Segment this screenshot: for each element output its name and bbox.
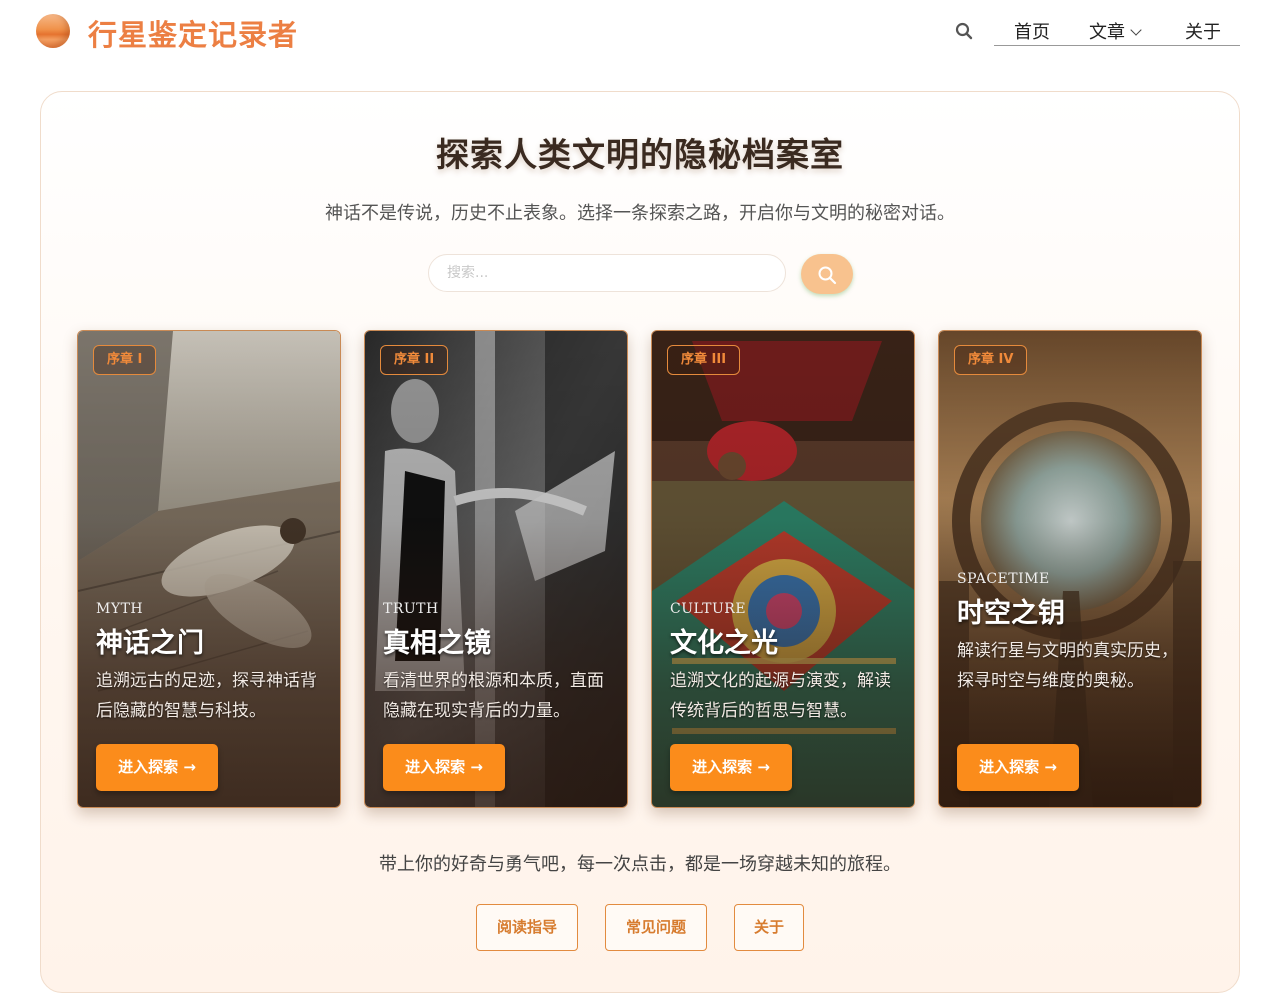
search-icon[interactable] [955,22,973,40]
card-eyebrow: SPACETIME [957,571,1050,587]
card-spacetime[interactable]: 序章 IV SPACETIME 时空之钥 解读行星与文明的真实历史，探寻时空与维… [938,330,1202,808]
chevron-down-icon [1130,24,1142,36]
card-description: 追溯文化的起源与演变，解读传统背后的哲思与智慧。 [670,671,891,721]
card-description: 解读行星与文明的真实历史，探寻时空与维度的奥秘。 [957,641,1178,691]
nav-articles-dropdown[interactable]: 文章 [1089,18,1142,44]
main-nav: 首页 文章 关于 [994,18,1240,46]
chapter-tag: 序章 II [380,345,449,375]
nav-home-link[interactable]: 首页 [1014,18,1050,44]
chapter-tag: 序章 I [93,345,157,375]
search-input[interactable] [428,254,786,292]
enter-explore-button[interactable]: 进入探索 → [670,744,792,791]
card-overlay [78,331,340,807]
site-header: 行星鉴定记录者 首页 文章 关于 [0,0,1280,70]
card-title: 神话之门 [96,628,204,659]
card-overlay [652,331,914,807]
page-subtitle: 神话不是传说，历史不止表象。选择一条探索之路，开启你与文明的秘密对话。 [325,203,955,224]
about-link[interactable]: 关于 [734,904,804,951]
card-eyebrow: MYTH [96,601,144,617]
search-button[interactable] [801,254,853,294]
nav-articles-label: 文章 [1089,22,1125,43]
site-title[interactable]: 行星鉴定记录者 [88,12,298,54]
enter-explore-button[interactable]: 进入探索 → [957,744,1079,791]
faq-link[interactable]: 常见问题 [605,904,707,951]
card-title: 时空之钥 [957,598,1065,629]
nav-about-link[interactable]: 关于 [1185,18,1221,44]
chapter-tag: 序章 IV [954,345,1028,375]
card-truth[interactable]: 序章 II TRUTH 真相之镜 看清世界的根源和本质，直面隐藏在现实背后的力量… [364,330,628,808]
card-eyebrow: TRUTH [383,601,439,617]
planet-logo-icon[interactable] [36,14,70,48]
card-title: 真相之镜 [383,628,491,659]
page-title: 探索人类文明的隐秘档案室 [436,135,844,174]
card-description: 追溯远古的足迹，探寻神话背后隐藏的智慧与科技。 [96,671,317,721]
card-overlay [365,331,627,807]
card-title: 文化之光 [670,628,778,659]
reading-guide-link[interactable]: 阅读指导 [476,904,578,951]
enter-explore-button[interactable]: 进入探索 → [96,744,218,791]
enter-explore-button[interactable]: 进入探索 → [383,744,505,791]
chapter-tag: 序章 III [667,345,741,375]
card-description: 看清世界的根源和本质，直面隐藏在现实背后的力量。 [383,671,604,721]
card-eyebrow: CULTURE [670,601,747,617]
card-myth[interactable]: 序章 I MYTH 神话之门 追溯远古的足迹，探寻神话背后隐藏的智慧与科技。 进… [77,330,341,808]
card-overlay [939,331,1201,807]
search-icon [818,266,837,285]
card-culture[interactable]: 序章 III CULTURE 文化之光 追溯文化的起源与演变，解读传统背后的哲思… [651,330,915,808]
footer-tagline: 带上你的好奇与勇气吧，每一次点击，都是一场穿越未知的旅程。 [379,854,901,875]
